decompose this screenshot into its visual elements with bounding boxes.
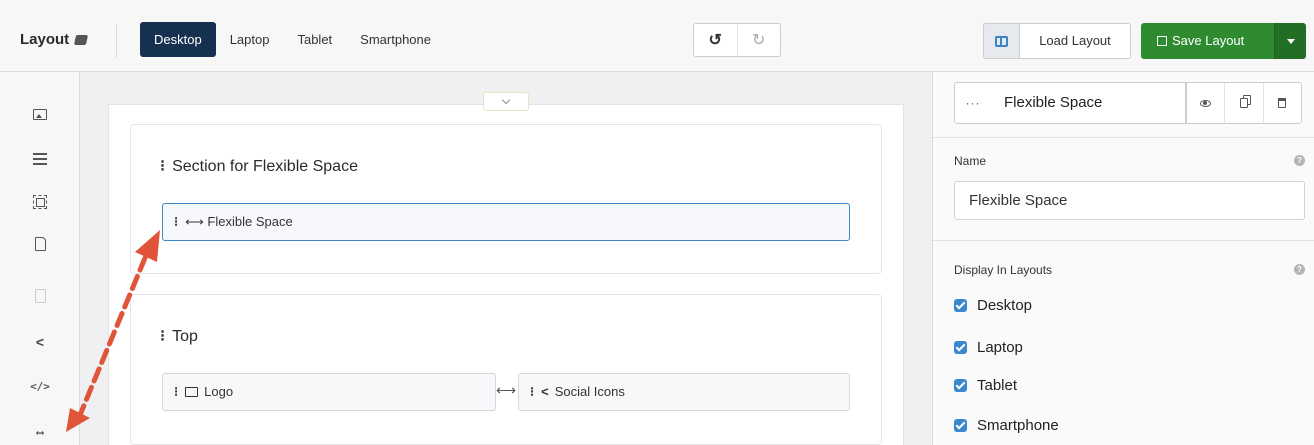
page-title: Layout bbox=[20, 31, 89, 48]
device-tabs: Desktop Laptop Tablet Smartphone bbox=[140, 22, 445, 57]
flexible-space-icon: ⟷ bbox=[36, 425, 44, 439]
more-options-button[interactable]: ··· bbox=[954, 82, 992, 124]
module-actions bbox=[1186, 82, 1302, 124]
html-module-button[interactable]: </> bbox=[28, 374, 52, 398]
drag-handle-icon[interactable]: ⁝ bbox=[174, 374, 178, 410]
code-icon: </> bbox=[30, 379, 50, 393]
flexible-space-module-button[interactable]: ⟷ bbox=[28, 420, 52, 444]
image-icon bbox=[33, 108, 47, 120]
panel-title: Flexible Space bbox=[991, 82, 1186, 124]
redo-icon: ↻ bbox=[752, 32, 766, 49]
top-bar: Layout Desktop Laptop Tablet Smartphone … bbox=[0, 0, 1314, 72]
section-title: ⁝ Top bbox=[160, 326, 198, 346]
flexible-space-separator: ⟷ bbox=[496, 382, 517, 398]
chevron-down-icon bbox=[1286, 38, 1295, 44]
collapse-toggle[interactable] bbox=[483, 92, 529, 111]
section-title: ⁝ Section for Flexible Space bbox=[160, 156, 358, 176]
duplicate-button[interactable] bbox=[1224, 83, 1262, 123]
checkbox-smartphone[interactable]: Smartphone bbox=[954, 417, 1059, 434]
edit-icon bbox=[1157, 36, 1167, 46]
module-social-icons[interactable]: ⁝ < Social Icons bbox=[518, 373, 850, 411]
tab-desktop[interactable]: Desktop bbox=[140, 22, 216, 57]
chevron-down-icon bbox=[501, 95, 511, 105]
columns-icon bbox=[995, 35, 1008, 47]
trash-icon bbox=[1278, 98, 1287, 108]
checkbox-checked-icon bbox=[954, 299, 967, 312]
checkbox-laptop[interactable]: Laptop bbox=[954, 339, 1023, 356]
name-field[interactable]: Flexible Space bbox=[954, 181, 1305, 220]
frame-module-button[interactable] bbox=[28, 190, 52, 214]
save-layout-button[interactable]: Save Layout bbox=[1141, 23, 1274, 59]
image-module-button[interactable] bbox=[28, 102, 52, 126]
preview-button[interactable] bbox=[1187, 83, 1224, 123]
share-icon: < bbox=[541, 384, 549, 399]
tab-laptop[interactable]: Laptop bbox=[216, 22, 284, 57]
menu-module-button[interactable] bbox=[28, 147, 52, 171]
layout-panel-toggle-button[interactable] bbox=[983, 23, 1020, 59]
checkbox-desktop[interactable]: Desktop bbox=[954, 297, 1032, 314]
file-disabled-icon bbox=[34, 289, 46, 303]
divider bbox=[933, 240, 1314, 241]
tab-tablet[interactable]: Tablet bbox=[283, 22, 346, 57]
tab-smartphone[interactable]: Smartphone bbox=[346, 22, 445, 57]
share-icon: < bbox=[35, 334, 45, 350]
history-controls: ↺ ↻ bbox=[693, 23, 781, 57]
checkbox-checked-icon bbox=[954, 341, 967, 354]
help-icon[interactable]: ? bbox=[1294, 264, 1305, 275]
undo-button[interactable]: ↺ bbox=[694, 24, 737, 56]
copy-icon bbox=[1239, 98, 1248, 108]
help-icon[interactable]: ? bbox=[1294, 155, 1305, 166]
section-flexible-space[interactable]: ⁝ Section for Flexible Space bbox=[130, 124, 882, 274]
undo-icon: ↺ bbox=[708, 32, 722, 49]
eye-icon bbox=[1200, 99, 1212, 107]
social-module-button[interactable]: < bbox=[28, 330, 52, 354]
checkbox-checked-icon bbox=[954, 419, 967, 432]
divider bbox=[116, 24, 117, 58]
checkbox-tablet[interactable]: Tablet bbox=[954, 377, 1017, 394]
drag-handle-icon[interactable]: ⁝ bbox=[160, 156, 165, 176]
redo-button[interactable]: ↻ bbox=[736, 24, 781, 56]
name-label: Name bbox=[954, 154, 987, 168]
checkbox-checked-icon bbox=[954, 379, 967, 392]
image-icon bbox=[185, 387, 199, 397]
drag-handle-icon[interactable]: ⁝ bbox=[174, 204, 178, 240]
eraser-icon bbox=[74, 35, 89, 45]
frame-icon bbox=[33, 195, 47, 209]
section-top[interactable]: ⁝ Top bbox=[130, 294, 882, 445]
load-layout-button[interactable]: Load Layout bbox=[1019, 23, 1131, 59]
flexible-space-icon: ⟷ bbox=[185, 214, 204, 229]
module-flexible-space[interactable]: ⁝ ⟷ Flexible Space bbox=[162, 203, 850, 241]
menu-icon bbox=[33, 158, 47, 160]
save-options-dropdown[interactable] bbox=[1274, 23, 1306, 59]
file-icon bbox=[34, 237, 46, 251]
drag-handle-icon[interactable]: ⁝ bbox=[530, 374, 534, 410]
display-in-layouts-label: Display In Layouts bbox=[954, 263, 1053, 277]
divider bbox=[933, 137, 1314, 138]
file-module-button[interactable] bbox=[28, 232, 52, 256]
module-logo[interactable]: ⁝ Logo bbox=[162, 373, 496, 411]
file-module-disabled bbox=[28, 284, 52, 308]
drag-handle-icon[interactable]: ⁝ bbox=[160, 326, 165, 346]
module-toolbar: < </> ⟷ bbox=[0, 72, 80, 445]
delete-button[interactable] bbox=[1262, 83, 1301, 123]
